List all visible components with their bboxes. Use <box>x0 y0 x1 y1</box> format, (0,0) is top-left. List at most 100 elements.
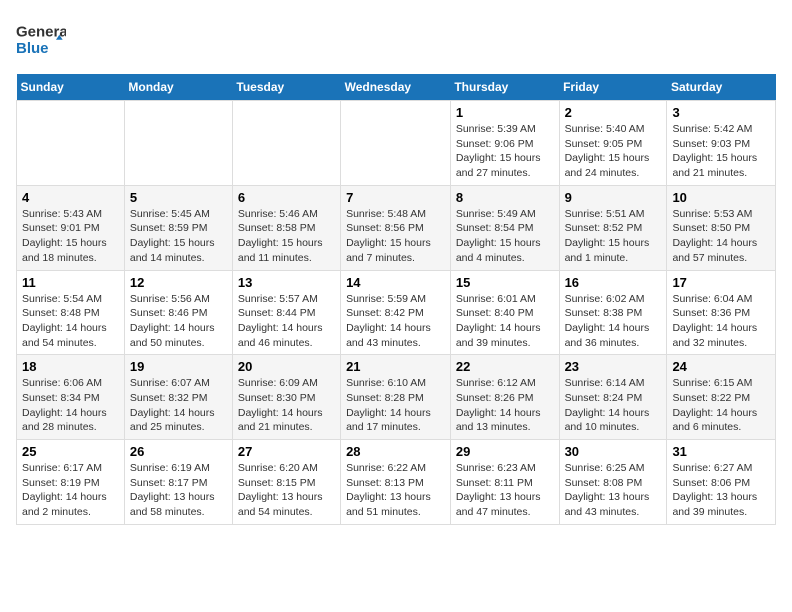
calendar-cell: 12 Sunrise: 5:56 AM Sunset: 8:46 PM Dayli… <box>124 270 232 355</box>
calendar-week-row: 25 Sunrise: 6:17 AM Sunset: 8:19 PM Dayli… <box>17 440 776 525</box>
day-info: Sunrise: 6:23 AM Sunset: 8:11 PM Dayligh… <box>456 461 554 520</box>
calendar-cell: 29 Sunrise: 6:23 AM Sunset: 8:11 PM Dayli… <box>450 440 559 525</box>
day-number: 7 <box>346 190 445 205</box>
day-info: Sunrise: 6:22 AM Sunset: 8:13 PM Dayligh… <box>346 461 445 520</box>
calendar-header-saturday: Saturday <box>667 74 776 101</box>
day-number: 31 <box>672 444 770 459</box>
calendar-header-monday: Monday <box>124 74 232 101</box>
day-number: 19 <box>130 359 227 374</box>
day-number: 14 <box>346 275 445 290</box>
calendar-cell: 3 Sunrise: 5:42 AM Sunset: 9:03 PM Daylig… <box>667 101 776 186</box>
day-number: 10 <box>672 190 770 205</box>
day-number: 29 <box>456 444 554 459</box>
calendar-cell: 14 Sunrise: 5:59 AM Sunset: 8:42 PM Dayli… <box>341 270 451 355</box>
day-info: Sunrise: 6:10 AM Sunset: 8:28 PM Dayligh… <box>346 376 445 435</box>
calendar-cell: 20 Sunrise: 6:09 AM Sunset: 8:30 PM Dayli… <box>232 355 340 440</box>
day-info: Sunrise: 5:40 AM Sunset: 9:05 PM Dayligh… <box>565 122 662 181</box>
calendar-cell: 13 Sunrise: 5:57 AM Sunset: 8:44 PM Dayli… <box>232 270 340 355</box>
day-number: 23 <box>565 359 662 374</box>
day-info: Sunrise: 5:56 AM Sunset: 8:46 PM Dayligh… <box>130 292 227 351</box>
calendar-cell <box>341 101 451 186</box>
day-number: 16 <box>565 275 662 290</box>
day-number: 21 <box>346 359 445 374</box>
day-info: Sunrise: 6:07 AM Sunset: 8:32 PM Dayligh… <box>130 376 227 435</box>
day-number: 18 <box>22 359 119 374</box>
calendar-header-sunday: Sunday <box>17 74 125 101</box>
calendar-cell: 9 Sunrise: 5:51 AM Sunset: 8:52 PM Daylig… <box>559 185 667 270</box>
day-info: Sunrise: 6:09 AM Sunset: 8:30 PM Dayligh… <box>238 376 335 435</box>
day-info: Sunrise: 5:48 AM Sunset: 8:56 PM Dayligh… <box>346 207 445 266</box>
day-number: 27 <box>238 444 335 459</box>
calendar-cell: 18Sunrise: 6:06 AM Sunset: 8:34 PM Dayli… <box>17 355 125 440</box>
day-info: Sunrise: 5:53 AM Sunset: 8:50 PM Dayligh… <box>672 207 770 266</box>
day-number: 30 <box>565 444 662 459</box>
day-info: Sunrise: 5:49 AM Sunset: 8:54 PM Dayligh… <box>456 207 554 266</box>
calendar-cell: 19 Sunrise: 6:07 AM Sunset: 8:32 PM Dayli… <box>124 355 232 440</box>
day-info: Sunrise: 5:43 AM Sunset: 9:01 PM Dayligh… <box>22 207 119 266</box>
calendar-cell: 23 Sunrise: 6:14 AM Sunset: 8:24 PM Dayli… <box>559 355 667 440</box>
day-info: Sunrise: 6:02 AM Sunset: 8:38 PM Dayligh… <box>565 292 662 351</box>
day-info: Sunrise: 5:59 AM Sunset: 8:42 PM Dayligh… <box>346 292 445 351</box>
logo-icon: General Blue <box>16 16 66 66</box>
day-info: Sunrise: 5:46 AM Sunset: 8:58 PM Dayligh… <box>238 207 335 266</box>
calendar-cell: 2 Sunrise: 5:40 AM Sunset: 9:05 PM Daylig… <box>559 101 667 186</box>
day-number: 5 <box>130 190 227 205</box>
calendar-cell: 7 Sunrise: 5:48 AM Sunset: 8:56 PM Daylig… <box>341 185 451 270</box>
day-number: 17 <box>672 275 770 290</box>
calendar-header-wednesday: Wednesday <box>341 74 451 101</box>
day-info: Sunrise: 6:20 AM Sunset: 8:15 PM Dayligh… <box>238 461 335 520</box>
logo: General Blue <box>16 16 66 66</box>
day-number: 25 <box>22 444 119 459</box>
day-number: 2 <box>565 105 662 120</box>
calendar-header-friday: Friday <box>559 74 667 101</box>
calendar-cell: 4 Sunrise: 5:43 AM Sunset: 9:01 PM Daylig… <box>17 185 125 270</box>
day-info: Sunrise: 6:04 AM Sunset: 8:36 PM Dayligh… <box>672 292 770 351</box>
day-number: 12 <box>130 275 227 290</box>
day-number: 3 <box>672 105 770 120</box>
calendar-cell: 22 Sunrise: 6:12 AM Sunset: 8:26 PM Dayli… <box>450 355 559 440</box>
day-info: Sunrise: 5:39 AM Sunset: 9:06 PM Dayligh… <box>456 122 554 181</box>
day-info: Sunrise: 5:57 AM Sunset: 8:44 PM Dayligh… <box>238 292 335 351</box>
calendar-cell: 6 Sunrise: 5:46 AM Sunset: 8:58 PM Daylig… <box>232 185 340 270</box>
calendar-week-row: 4 Sunrise: 5:43 AM Sunset: 9:01 PM Daylig… <box>17 185 776 270</box>
day-number: 13 <box>238 275 335 290</box>
day-number: 28 <box>346 444 445 459</box>
day-info: Sunrise: 5:45 AM Sunset: 8:59 PM Dayligh… <box>130 207 227 266</box>
day-info: Sunrise: 6:01 AM Sunset: 8:40 PM Dayligh… <box>456 292 554 351</box>
page-header: General Blue <box>16 16 776 66</box>
calendar-cell: 17 Sunrise: 6:04 AM Sunset: 8:36 PM Dayli… <box>667 270 776 355</box>
day-info: Sunrise: 6:14 AM Sunset: 8:24 PM Dayligh… <box>565 376 662 435</box>
calendar-table: SundayMondayTuesdayWednesdayThursdayFrid… <box>16 74 776 525</box>
day-number: 4 <box>22 190 119 205</box>
day-info: Sunrise: 6:17 AM Sunset: 8:19 PM Dayligh… <box>22 461 119 520</box>
calendar-cell: 31 Sunrise: 6:27 AM Sunset: 8:06 PM Dayli… <box>667 440 776 525</box>
day-info: Sunrise: 5:51 AM Sunset: 8:52 PM Dayligh… <box>565 207 662 266</box>
day-info: Sunrise: 6:27 AM Sunset: 8:06 PM Dayligh… <box>672 461 770 520</box>
calendar-week-row: 11Sunrise: 5:54 AM Sunset: 8:48 PM Dayli… <box>17 270 776 355</box>
calendar-cell: 11Sunrise: 5:54 AM Sunset: 8:48 PM Dayli… <box>17 270 125 355</box>
day-number: 8 <box>456 190 554 205</box>
calendar-cell: 30 Sunrise: 6:25 AM Sunset: 8:08 PM Dayli… <box>559 440 667 525</box>
calendar-cell: 24 Sunrise: 6:15 AM Sunset: 8:22 PM Dayli… <box>667 355 776 440</box>
day-info: Sunrise: 5:54 AM Sunset: 8:48 PM Dayligh… <box>22 292 119 351</box>
day-number: 20 <box>238 359 335 374</box>
calendar-cell <box>124 101 232 186</box>
calendar-cell: 25 Sunrise: 6:17 AM Sunset: 8:19 PM Dayli… <box>17 440 125 525</box>
calendar-week-row: 18Sunrise: 6:06 AM Sunset: 8:34 PM Dayli… <box>17 355 776 440</box>
calendar-cell: 8 Sunrise: 5:49 AM Sunset: 8:54 PM Daylig… <box>450 185 559 270</box>
day-info: Sunrise: 6:15 AM Sunset: 8:22 PM Dayligh… <box>672 376 770 435</box>
calendar-cell: 27 Sunrise: 6:20 AM Sunset: 8:15 PM Dayli… <box>232 440 340 525</box>
day-number: 22 <box>456 359 554 374</box>
day-info: Sunrise: 6:12 AM Sunset: 8:26 PM Dayligh… <box>456 376 554 435</box>
calendar-cell: 28 Sunrise: 6:22 AM Sunset: 8:13 PM Dayli… <box>341 440 451 525</box>
calendar-header-row: SundayMondayTuesdayWednesdayThursdayFrid… <box>17 74 776 101</box>
day-number: 24 <box>672 359 770 374</box>
day-number: 6 <box>238 190 335 205</box>
day-info: Sunrise: 5:42 AM Sunset: 9:03 PM Dayligh… <box>672 122 770 181</box>
day-number: 9 <box>565 190 662 205</box>
calendar-header-tuesday: Tuesday <box>232 74 340 101</box>
svg-text:Blue: Blue <box>16 40 49 57</box>
day-number: 26 <box>130 444 227 459</box>
day-info: Sunrise: 6:25 AM Sunset: 8:08 PM Dayligh… <box>565 461 662 520</box>
calendar-cell: 21 Sunrise: 6:10 AM Sunset: 8:28 PM Dayli… <box>341 355 451 440</box>
